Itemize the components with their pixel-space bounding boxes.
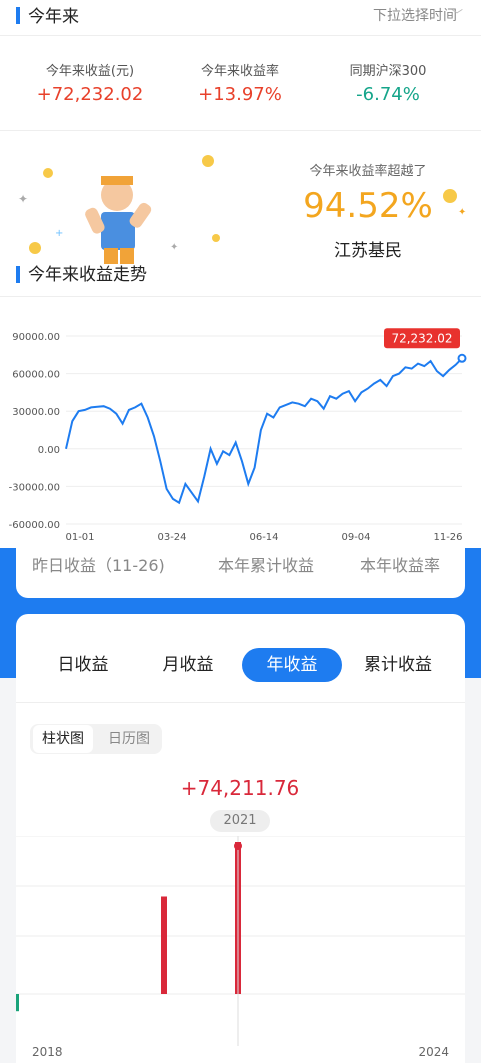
tab-monthly[interactable]: 月收益 [138, 648, 238, 682]
x-tick-label: 01-01 [65, 532, 94, 543]
summary-strip-label-1: 昨日收益（11-26) [32, 556, 165, 575]
svg-text:✦: ✦ [458, 207, 466, 218]
divider [0, 130, 481, 131]
summary-value-3: -6.74% [356, 84, 420, 105]
divider [0, 35, 481, 36]
summary-label-3: 同期沪深300 [349, 64, 427, 79]
y-tick-label: -60000.00 [9, 520, 60, 531]
divider [0, 296, 481, 297]
summary-value-2: +13.97% [198, 84, 282, 105]
tab-daily[interactable]: 日收益 [33, 648, 133, 682]
x-tick-label: 09-04 [341, 532, 370, 543]
summary-label-2: 今年来收益率 [200, 64, 279, 79]
divider [16, 702, 465, 703]
beat-caption: 今年来收益率超越了 [309, 164, 427, 179]
svg-text:✦: ✦ [18, 192, 28, 206]
section-marker [16, 266, 20, 283]
x-tick-label: 2024 [418, 1045, 449, 1059]
trend-line-chart: 90000.00 60000.00 30000.00 0.00 -30000.00 -60… [9, 328, 467, 543]
beat-region: 江苏基民 [334, 241, 402, 261]
bar-2020 [161, 896, 167, 994]
section-marker [16, 7, 20, 24]
x-tick-label: 2018 [32, 1045, 63, 1059]
page-title: 今年来 [28, 7, 79, 27]
series-line [65, 357, 463, 505]
tab-cumulative[interactable]: 累计收益 [348, 648, 448, 682]
yearly-bar-chart: 2018 2024 [16, 836, 465, 1059]
selection-dot [234, 842, 242, 850]
x-tick-label: 03-24 [157, 532, 186, 543]
selected-value: +74,211.76 [180, 776, 300, 800]
returns-summary-card: 昨日收益（11-26) 本年累计收益 本年收益率 [16, 544, 465, 598]
view-bar[interactable]: 柱状图 [33, 725, 93, 753]
beat-percent: 94.52% [303, 186, 433, 226]
summary-value-1: +72,232.02 [36, 84, 144, 105]
selected-year-badge: 2021 [210, 810, 270, 832]
trend-title: 今年来收益走势 [28, 265, 147, 285]
chevron-down-icon[interactable]: ﹀ [451, 6, 463, 23]
svg-text:+: + [55, 228, 63, 239]
summary-label-1: 今年来收益(元) [45, 64, 135, 79]
y-tick-label: 60000.00 [12, 370, 60, 381]
y-tick-label: -30000.00 [9, 482, 60, 493]
bar-2018 [16, 994, 19, 1012]
range-selector[interactable]: 下拉选择时间 [373, 5, 457, 25]
y-tick-label: 90000.00 [12, 332, 60, 343]
svg-text:✦: ✦ [170, 242, 178, 253]
summary-strip-label-3: 本年收益率 [360, 556, 441, 575]
tab-yearly[interactable]: 年收益 [242, 648, 342, 682]
x-tick-label: 06-14 [249, 532, 278, 543]
view-calendar[interactable]: 日历图 [98, 725, 160, 753]
end-point [457, 353, 467, 363]
x-tick-label: 11-26 [433, 532, 462, 543]
tooltip-value: 72,232.02 [391, 331, 452, 345]
y-tick-label: 0.00 [38, 445, 60, 456]
y-tick-label: 30000.00 [12, 407, 60, 418]
summary-strip-label-2: 本年累计收益 [218, 556, 315, 575]
